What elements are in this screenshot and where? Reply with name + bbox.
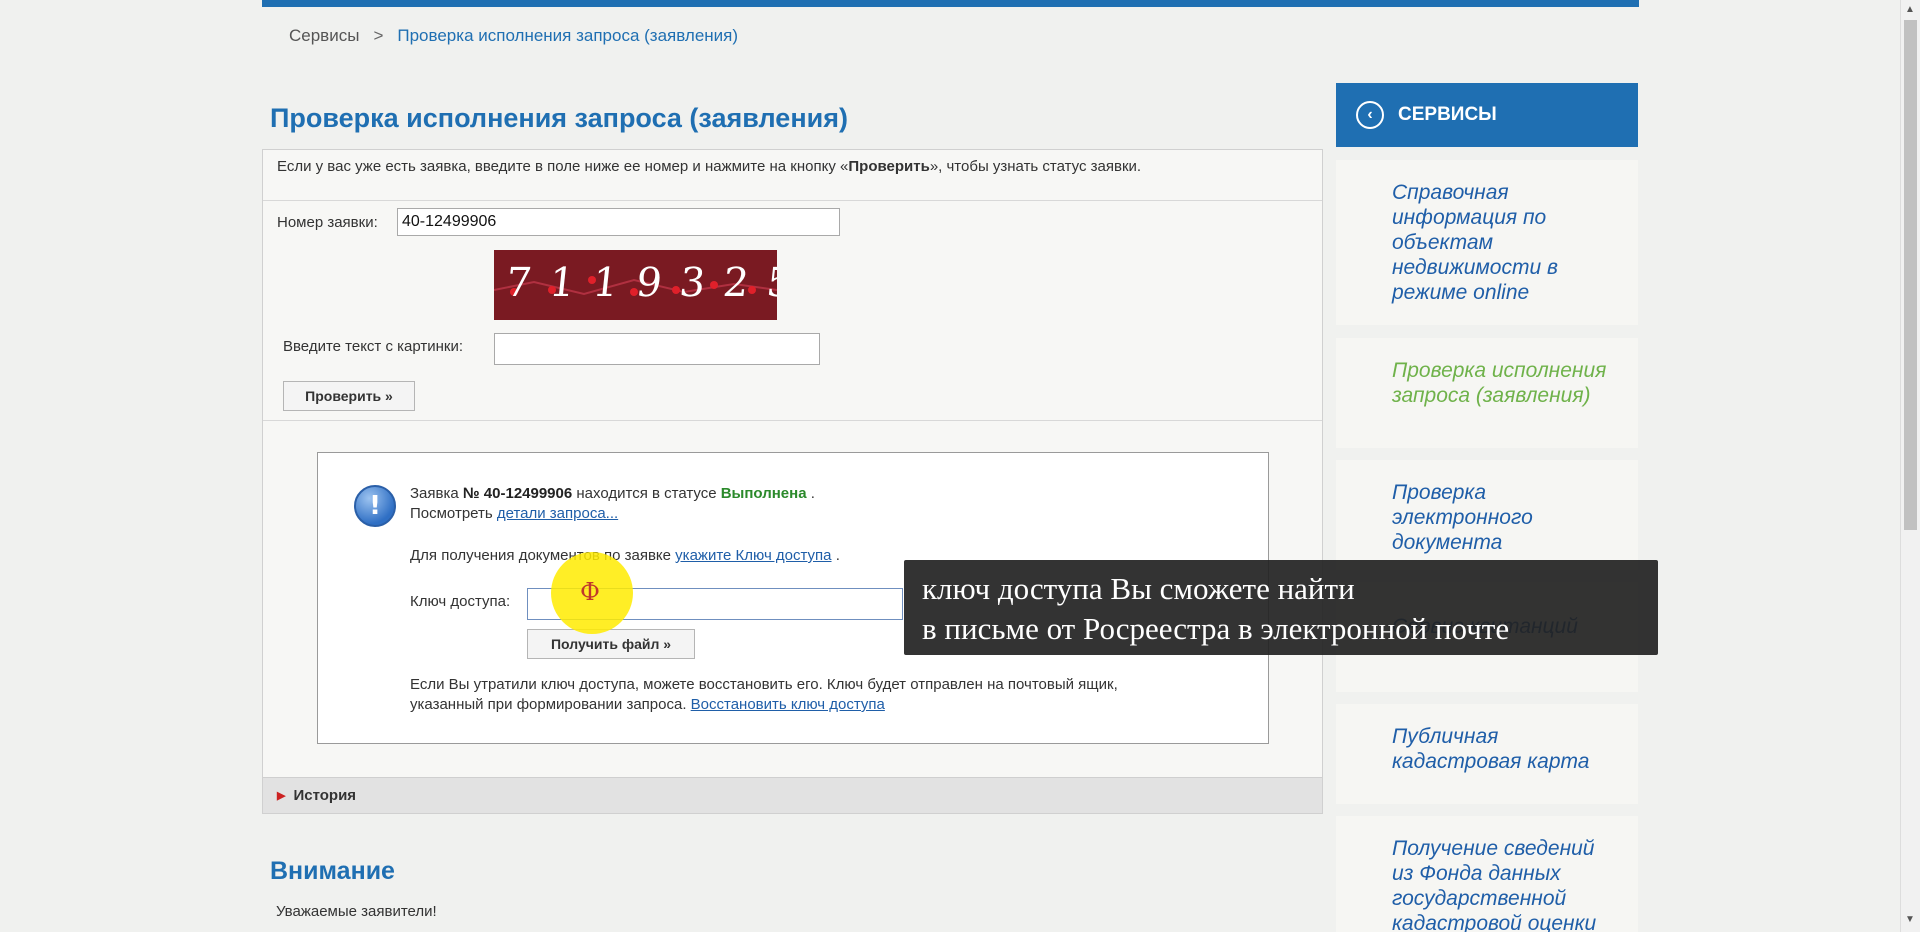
sidebar-header-label: СЕРВИСЫ [1398,104,1497,125]
attention-title: Внимание [270,857,395,885]
captcha-input[interactable] [494,333,820,365]
request-check-panel: Если у вас уже есть заявка, введите в по… [262,149,1323,814]
docs-text: . [831,547,840,564]
scrollbar[interactable]: ▲ ▼ [1900,0,1920,932]
docs-line: Для получения документов по заявке укажи… [410,546,840,566]
details-line: Посмотреть детали запроса... [410,504,618,524]
status-text: . [806,485,815,502]
sidebar-item-request-check[interactable]: Проверка исполнения запроса (заявления) [1336,338,1638,448]
captcha-label: Введите текст с картинки: [283,338,464,355]
lost-key-line1: Если Вы утратили ключ доступа, можете во… [410,676,1118,693]
top-accent-bar [262,0,1639,7]
specify-access-key-link[interactable]: укажите Ключ доступа [675,547,831,564]
subtitle-overlay: ключ доступа Вы сможете найти в письме о… [904,560,1658,655]
triangle-right-icon: ▶ [277,790,286,802]
docs-text: Для получения документов по заявке [410,547,676,564]
breadcrumb: Сервисы > Проверка исполнения запроса (з… [289,26,738,46]
sidebar-item-reference-info[interactable]: Справочная информация по объектам недвиж… [1336,160,1638,325]
captcha-text: 7119325 [503,260,777,306]
history-toggle[interactable]: ▶ История [263,777,1322,813]
status-text: Заявка [410,485,463,502]
breadcrumb-current: Проверка исполнения запроса (заявления) [397,26,739,45]
info-icon: ! [354,485,396,527]
intro-text-bold: Проверить [848,158,930,175]
sidebar-header[interactable]: ‹ СЕРВИСЫ [1336,83,1638,147]
status-line: Заявка № 40-12499906 находится в статусе… [410,484,815,504]
divider [263,200,1322,201]
scroll-up-icon[interactable]: ▲ [1905,4,1915,15]
history-label: История [293,787,357,804]
details-text: Посмотреть [410,505,497,522]
intro-text: Если у вас уже есть заявка, введите в по… [277,158,1141,175]
subtitle-line: ключ доступа Вы сможете найти [922,571,1355,606]
attention-text: Уважаемые заявители! [276,903,437,920]
divider [263,420,1322,421]
captcha-image: 7119325 [494,250,777,320]
check-button[interactable]: Проверить » [283,381,415,411]
request-number-input[interactable] [397,208,840,236]
status-badge: Выполнена [720,485,807,502]
subtitle-line: в письме от Росреестра в электронной поч… [922,611,1510,646]
sidebar-item-cadastral-map[interactable]: Публичная кадастровая карта [1336,704,1638,804]
access-key-label: Ключ доступа: [410,593,511,610]
status-number: № 40-12499906 [462,485,573,502]
breadcrumb-root-link[interactable]: Сервисы [289,26,359,46]
lost-key-line2: указанный при формировании запроса. Восс… [410,695,885,715]
restore-key-link[interactable]: Восстановить ключ доступа [691,696,885,713]
request-number-label: Номер заявки: [277,214,378,231]
request-details-link[interactable]: детали запроса... [497,505,618,522]
scroll-down-icon[interactable]: ▼ [1905,914,1915,925]
breadcrumb-separator: > [373,26,384,45]
cursor-glyph: Ф [580,578,600,606]
scroll-thumb[interactable] [1904,20,1917,530]
get-file-button[interactable]: Получить файл » [527,629,695,659]
sidebar-item-document-check[interactable]: Проверка электронного документа [1336,460,1638,570]
sidebar-item-valuation-fund[interactable]: Получение сведений из Фонда данных госуд… [1336,816,1638,932]
intro-text-part: », чтобы узнать статус заявки. [929,158,1142,175]
status-text: находится в статусе [572,485,721,502]
lost-key-text: указанный при формировании запроса. [410,696,691,713]
page-title: Проверка исполнения запроса (заявления) [270,103,848,133]
chevron-left-icon: ‹ [1356,101,1384,129]
intro-text-part: Если у вас уже есть заявка, введите в по… [277,158,849,175]
